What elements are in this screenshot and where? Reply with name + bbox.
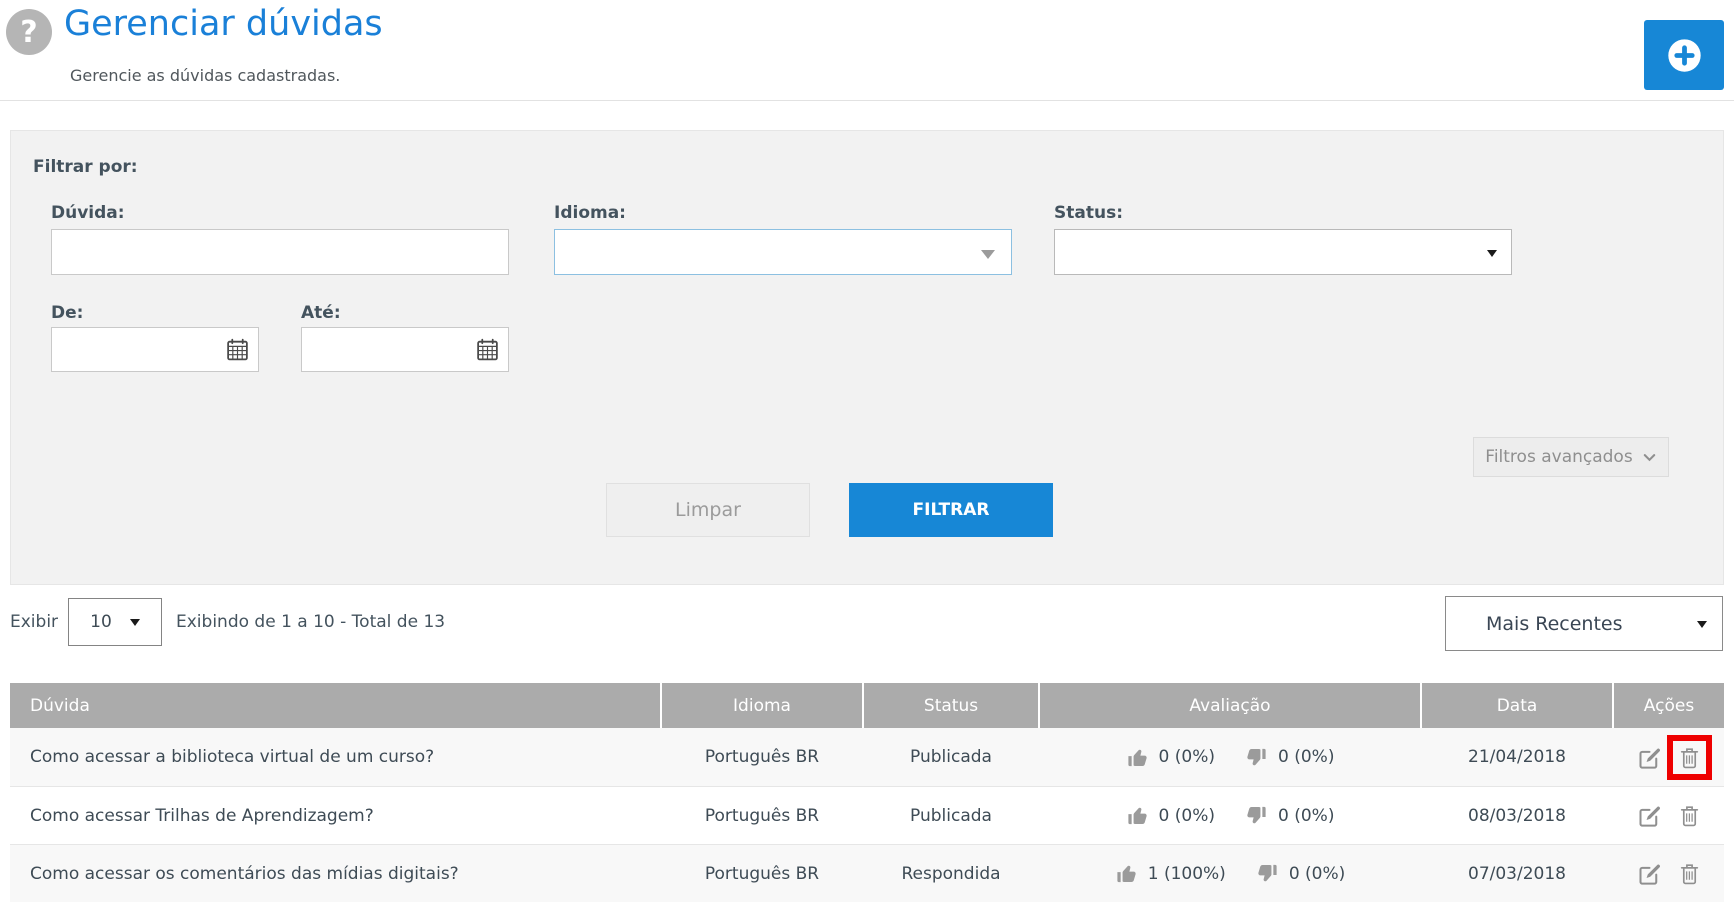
filter-section-label: Filtrar por: [33, 157, 138, 177]
results-range-text: Exibindo de 1 a 10 - Total de 13 [176, 612, 445, 632]
add-button[interactable] [1644, 20, 1724, 90]
help-icon: ? [6, 9, 52, 55]
likes-group: 0 (0%) [1126, 746, 1215, 769]
cell-avaliacao: 0 (0%) 0 (0%) [1038, 787, 1420, 844]
thumbs-up-icon [1115, 862, 1138, 885]
cell-avaliacao: 1 (100%) 0 (0%) [1038, 845, 1420, 902]
header-idioma: Idioma [660, 683, 862, 728]
chevron-down-icon [1642, 450, 1657, 465]
caret-down-icon [130, 619, 140, 626]
pencil-square-icon [1636, 860, 1663, 887]
likes-group: 0 (0%) [1126, 804, 1215, 827]
cell-acoes [1612, 845, 1724, 902]
dislikes-group: 0 (0%) [1245, 804, 1334, 827]
thumbs-down-icon [1245, 746, 1268, 769]
likes-count: 0 (0%) [1159, 806, 1215, 826]
status-select[interactable] [1054, 229, 1512, 275]
likes-count: 1 (100%) [1148, 864, 1226, 884]
page-size-value: 10 [90, 612, 112, 632]
caret-down-icon [981, 250, 995, 259]
delete-highlight-annotation [1677, 745, 1702, 770]
cell-idioma: Português BR [660, 728, 862, 786]
caret-down-icon [1487, 250, 1497, 257]
cell-idioma: Português BR [660, 787, 862, 844]
duvida-label: Dúvida: [51, 203, 125, 223]
status-label: Status: [1054, 203, 1123, 223]
cell-data: 07/03/2018 [1420, 845, 1612, 902]
questions-table: Dúvida Idioma Status Avaliação Data Açõe… [10, 683, 1724, 902]
date-to-label: Até: [301, 303, 341, 323]
header-data: Data [1420, 683, 1612, 728]
page-size-select[interactable]: 10 [68, 598, 162, 646]
filter-panel: Filtrar por: Dúvida: Idioma: Status: De:… [10, 130, 1724, 585]
delete-button[interactable] [1677, 803, 1702, 828]
calendar-icon[interactable] [475, 337, 500, 362]
cell-idioma: Português BR [660, 845, 862, 902]
edit-button[interactable] [1636, 802, 1663, 829]
filter-submit-button[interactable]: FILTRAR [849, 483, 1053, 537]
date-from-label: De: [51, 303, 83, 323]
cell-duvida: Como acessar Trilhas de Aprendizagem? [10, 787, 660, 844]
cell-data: 21/04/2018 [1420, 728, 1612, 786]
delete-button[interactable] [1677, 745, 1702, 770]
table-header-row: Dúvida Idioma Status Avaliação Data Açõe… [10, 683, 1724, 728]
page-subtitle: Gerencie as dúvidas cadastradas. [70, 66, 340, 85]
header-divider [0, 100, 1734, 101]
likes-count: 0 (0%) [1159, 747, 1215, 767]
cell-acoes [1612, 728, 1724, 786]
calendar-icon[interactable] [225, 337, 250, 362]
date-from-wrapper [51, 327, 259, 372]
cell-duvida: Como acessar os comentários das mídias d… [10, 845, 660, 902]
thumbs-up-icon [1126, 804, 1149, 827]
cell-status: Respondida [862, 845, 1038, 902]
pencil-square-icon [1636, 744, 1663, 771]
dislikes-group: 0 (0%) [1245, 746, 1334, 769]
sort-selected-value: Mais Recentes [1486, 613, 1623, 635]
cell-status: Publicada [862, 728, 1038, 786]
cell-status: Publicada [862, 787, 1038, 844]
header-status: Status [862, 683, 1038, 728]
thumbs-up-icon [1126, 746, 1149, 769]
idioma-label: Idioma: [554, 203, 626, 223]
delete-button[interactable] [1677, 861, 1702, 886]
dislikes-group: 0 (0%) [1256, 862, 1345, 885]
clear-button[interactable]: Limpar [606, 483, 810, 537]
dislikes-count: 0 (0%) [1278, 806, 1334, 826]
page-title: Gerenciar dúvidas [64, 4, 383, 44]
date-to-wrapper [301, 327, 509, 372]
cell-acoes [1612, 787, 1724, 844]
likes-group: 1 (100%) [1115, 862, 1226, 885]
cell-duvida: Como acessar a biblioteca virtual de um … [10, 728, 660, 786]
cell-avaliacao: 0 (0%) 0 (0%) [1038, 728, 1420, 786]
page-size-label: Exibir [10, 612, 58, 632]
advanced-filters-label: Filtros avançados [1485, 447, 1632, 467]
idioma-select[interactable] [554, 229, 1012, 275]
trash-icon [1677, 745, 1702, 770]
circle-plus-icon [1666, 37, 1703, 74]
edit-button[interactable] [1636, 860, 1663, 887]
cell-data: 08/03/2018 [1420, 787, 1612, 844]
duvida-input[interactable] [51, 229, 509, 275]
header-avaliacao: Avaliação [1038, 683, 1420, 728]
sort-select[interactable]: Mais Recentes [1445, 596, 1723, 651]
dislikes-count: 0 (0%) [1289, 864, 1345, 884]
table-row: Como acessar os comentários das mídias d… [10, 844, 1724, 902]
header-duvida: Dúvida [10, 683, 660, 728]
dislikes-count: 0 (0%) [1278, 747, 1334, 767]
table-row: Como acessar a biblioteca virtual de um … [10, 728, 1724, 786]
thumbs-down-icon [1245, 804, 1268, 827]
trash-icon [1677, 861, 1702, 886]
header-acoes: Ações [1612, 683, 1724, 728]
thumbs-down-icon [1256, 862, 1279, 885]
advanced-filters-button[interactable]: Filtros avançados [1473, 437, 1669, 477]
edit-button[interactable] [1636, 744, 1663, 771]
table-row: Como acessar Trilhas de Aprendizagem? Po… [10, 786, 1724, 844]
caret-down-icon [1697, 621, 1707, 628]
trash-icon [1677, 803, 1702, 828]
pencil-square-icon [1636, 802, 1663, 829]
